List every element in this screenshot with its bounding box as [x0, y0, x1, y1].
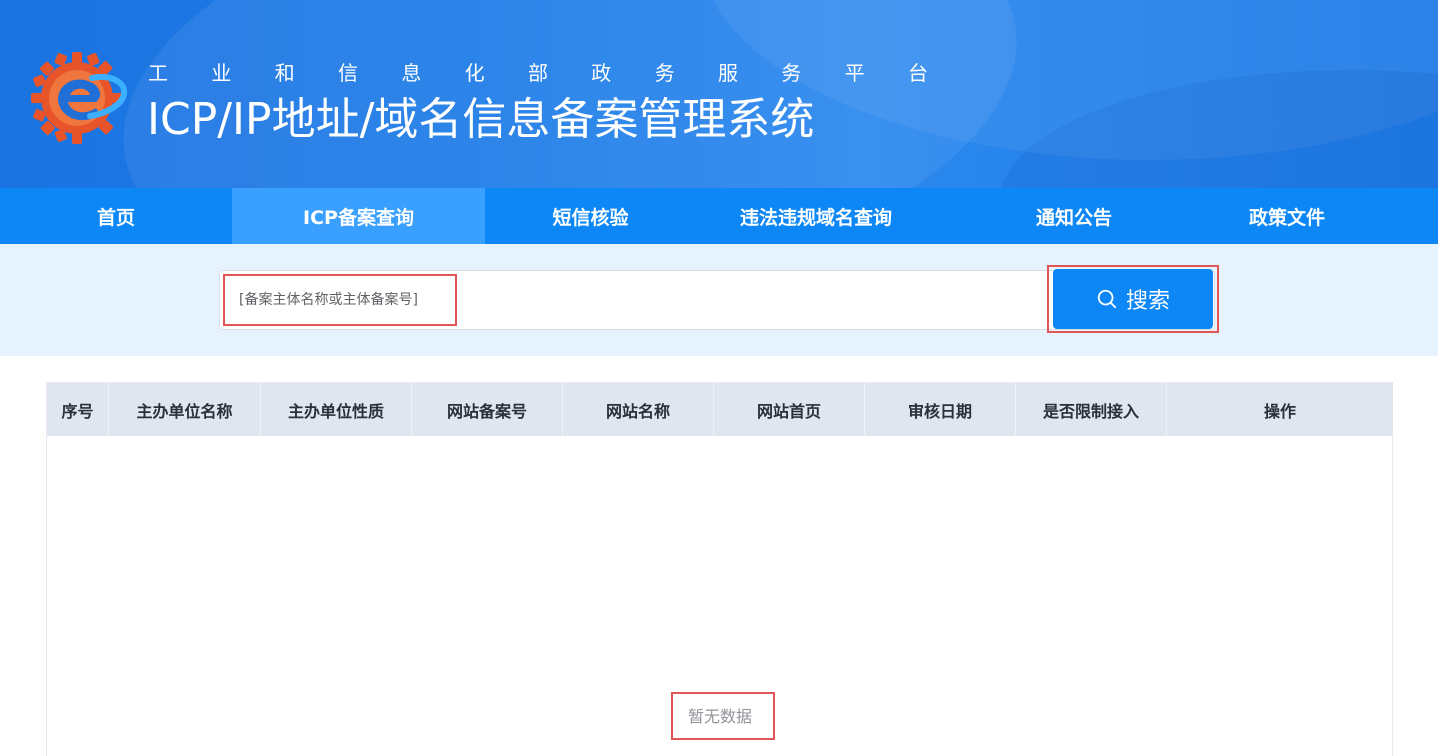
- column-header: 网站备案号: [412, 383, 563, 436]
- search-input[interactable]: [225, 276, 1045, 324]
- subtitle-char: 息: [401, 61, 422, 85]
- nav-home[interactable]: 首页: [0, 188, 232, 244]
- table-header-row: 序号 主办单位名称 主办单位性质 网站备案号 网站名称 网站首页 审核日期 是否…: [47, 383, 1393, 436]
- nav-icp-query[interactable]: ICP备案查询: [232, 188, 485, 244]
- subtitle-char: 台: [907, 61, 928, 85]
- column-header: 主办单位名称: [109, 383, 261, 436]
- subtitle-char: 化: [464, 61, 485, 85]
- column-header: 网站名称: [563, 383, 714, 436]
- column-header: 主办单位性质: [261, 383, 412, 436]
- column-header: 网站首页: [714, 383, 865, 436]
- column-header: 序号: [47, 383, 109, 436]
- subtitle-char: 务: [654, 61, 675, 85]
- subtitle-char: 和: [274, 61, 295, 85]
- nav-sms-verify[interactable]: 短信核验: [485, 188, 696, 244]
- column-header: 审核日期: [865, 383, 1016, 436]
- subtitle-char: 业: [211, 61, 232, 85]
- nav-illegal-domain-query[interactable]: 违法违规域名查询: [696, 188, 936, 244]
- search-icon: [1097, 289, 1117, 309]
- search-button[interactable]: 搜索: [1053, 269, 1213, 329]
- search-button-label: 搜索: [1125, 289, 1170, 314]
- empty-state-text: 暂无数据: [687, 707, 752, 726]
- subtitle-char: 工: [148, 61, 168, 85]
- subtitle-char: 务: [781, 61, 802, 85]
- nav-policy-documents[interactable]: 政策文件: [1212, 188, 1362, 244]
- column-header: 是否限制接入: [1016, 383, 1167, 436]
- subtitle-char: 政: [591, 61, 612, 85]
- main-nav: 首页 ICP备案查询 短信核验 违法违规域名查询 通知公告 政策文件: [0, 188, 1438, 244]
- system-title: ICP/IP地址/域名信息备案管理系统: [147, 94, 815, 145]
- miit-logo-icon: [31, 52, 128, 144]
- column-header: 操作: [1263, 401, 1296, 421]
- site-header: 工 业 和 信 息 化 部 政 务 服 务 平 台 ICP/IP地址/域名信息备…: [0, 0, 1438, 188]
- results-table: 序号 主办单位名称 主办单位性质 网站备案号 网站名称 网站首页 审核日期 是否…: [46, 382, 1393, 756]
- subtitle-char: 信: [337, 61, 358, 85]
- subtitle-char: 平: [844, 61, 865, 85]
- subtitle-char: 部: [527, 61, 548, 85]
- subtitle-char: 服: [717, 61, 738, 85]
- platform-subtitle: 工 业 和 信 息 化 部 政 务 服 务 平 台: [148, 60, 928, 86]
- nav-notices[interactable]: 通知公告: [936, 188, 1212, 244]
